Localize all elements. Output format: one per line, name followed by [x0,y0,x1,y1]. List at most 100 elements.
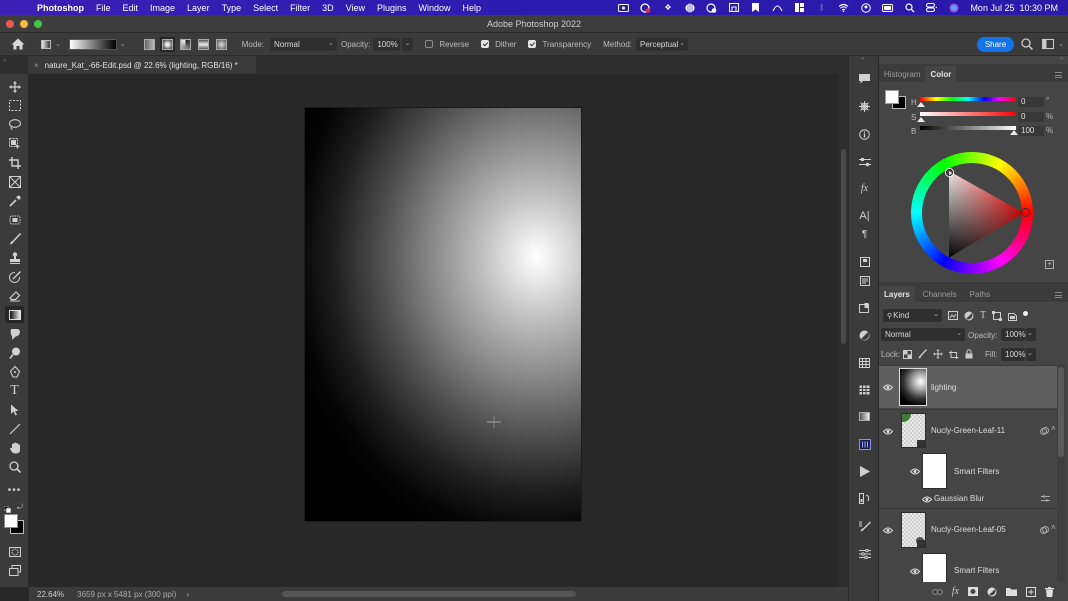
mode-dropdown[interactable]: Normal ⌄ [269,37,337,51]
sync-icon[interactable] [706,2,717,13]
menu-filter[interactable]: Filter [290,3,310,13]
menu-3d[interactable]: 3D [322,3,334,13]
lock-transparent-pixels-icon[interactable] [903,349,912,359]
lock-image-pixels-icon[interactable] [918,349,927,359]
patterns-panel-button[interactable] [855,381,874,398]
tool-preset-picker[interactable]: ⌄ [41,39,61,49]
line-tool[interactable] [5,420,24,437]
close-tab-icon[interactable]: × [34,61,39,70]
home-button[interactable] [11,38,25,50]
collapse-effects-icon[interactable]: ˄ [1051,424,1056,433]
smudge-tool[interactable] [5,325,24,342]
hand-tool[interactable] [5,439,24,456]
menu-edit[interactable]: Edit [123,3,139,13]
wifi-icon[interactable] [838,3,849,12]
visibility-eye-icon[interactable] [883,527,893,534]
crop-tool[interactable] [5,154,24,171]
adjustments-panel-button[interactable] [855,327,874,344]
menu-select[interactable]: Select [253,3,278,13]
saturation-value[interactable]: 0 [1018,112,1044,122]
styles-panel-button[interactable]: fx [855,180,874,197]
properties-panel-button[interactable] [855,153,874,170]
paragraph-panel-button[interactable]: ¶ [855,226,874,243]
hue-ring-marker[interactable] [1021,208,1030,217]
zoom-tool[interactable] [5,458,24,475]
method-dropdown[interactable]: Perceptual ⌄ [636,37,688,51]
tab-layers[interactable]: Layers [879,286,915,302]
fill-slider-toggle[interactable]: ⌄ [1026,348,1036,361]
new-adjustment-layer-icon[interactable] [987,587,997,597]
visibility-eye-icon[interactable] [883,428,893,435]
layers-scrollbar[interactable] [1057,365,1065,582]
path-selection-tool[interactable] [5,401,24,418]
actions-panel-button[interactable] [855,463,874,480]
comments-panel-button[interactable] [855,70,874,87]
menu-help[interactable]: Help [463,3,482,13]
smart-filter-link-icon[interactable] [1040,427,1049,435]
menu-plugins[interactable]: Plugins [377,3,407,13]
info-panel-button[interactable] [855,126,874,143]
saturation-brightness-triangle[interactable] [946,168,1026,260]
layer-row-nucly-green-leaf-11[interactable]: Nucly-Green-Leaf-11 ˄ [879,409,1057,451]
filter-row-gaussian-blur[interactable]: Gaussian Blur [879,490,1057,508]
object-selection-tool[interactable] [5,135,24,152]
bluetooth-icon[interactable]: ᛒ [816,3,827,12]
eraser-tool[interactable] [5,287,24,304]
reflected-gradient-button[interactable] [197,38,209,50]
history-panel-button[interactable] [855,490,874,507]
foreground-color-swatch[interactable] [4,514,18,528]
visibility-eye-icon[interactable] [922,496,932,503]
lasso-tool[interactable] [5,116,24,133]
smart-filters-row[interactable]: Smart Filters [879,452,1057,490]
globe-icon[interactable] [684,3,695,12]
menu-view[interactable]: View [346,3,365,13]
saturation-slider-thumb[interactable] [917,117,925,122]
dropbox-icon[interactable]: ❖ [662,3,673,12]
brightness-slider-thumb[interactable] [1010,130,1018,135]
menu-app-name[interactable]: Photoshop [37,3,84,13]
document-tab[interactable]: × nature_Kat_-66-Edit.psd @ 22.6% (light… [28,56,256,74]
collapse-panels-icon[interactable]: » [1060,56,1063,62]
layers-scroll-thumb[interactable] [1058,367,1064,457]
tab-histogram[interactable]: Histogram [879,66,925,82]
delete-layer-trash-icon[interactable] [1045,586,1054,597]
creative-cloud-icon[interactable] [640,2,651,13]
add-swatch-icon[interactable]: + [1045,260,1054,269]
vertical-scroll-thumb[interactable] [841,149,846,344]
smart-filter-link-icon[interactable] [1040,526,1049,534]
screen-record-icon[interactable] [618,3,630,12]
libraries-panel-button[interactable] [855,253,874,270]
zoom-level[interactable]: 22.64% [37,590,64,599]
reverse-checkbox[interactable] [425,40,434,48]
collapse-dock-icon[interactable]: « [861,56,864,62]
add-mask-icon[interactable] [968,587,978,596]
saturation-slider[interactable] [920,112,1016,116]
gradient-picker[interactable]: ⌄ [68,38,126,50]
visibility-eye-icon[interactable] [910,468,920,475]
filter-type-layers-icon[interactable]: T [980,310,986,321]
navigator-panel-button[interactable] [855,98,874,115]
menubar-clock[interactable]: Mon Jul 25 10:30 PM [970,3,1058,13]
tab-color[interactable]: Color [925,66,957,82]
visibility-eye-icon[interactable] [883,384,893,391]
layer-row-lighting[interactable]: lighting [879,365,1057,408]
new-group-folder-icon[interactable] [1006,587,1017,596]
opacity-input[interactable]: 100% [373,37,401,51]
menu-image[interactable]: Image [150,3,175,13]
add-layer-style-icon[interactable]: fx [952,586,959,597]
screen-share-icon[interactable] [728,3,739,12]
type-tool[interactable]: T [5,382,24,399]
gradients-panel-button[interactable] [855,408,874,425]
dodge-tool[interactable] [5,344,24,361]
dither-checkbox[interactable] [481,40,490,48]
new-layer-icon[interactable] [1026,586,1036,597]
horizontal-scroll-thumb[interactable] [282,591,576,597]
transparency-checkbox[interactable] [528,40,537,48]
blend-mode-dropdown[interactable]: Normal ⌄ [881,328,965,341]
learn-panel-button[interactable] [855,299,874,316]
color-picker-marker[interactable] [946,169,953,176]
lock-artboard-icon[interactable] [949,350,959,359]
marquee-tool[interactable] [5,97,24,114]
layer-name[interactable]: lighting [931,383,956,392]
filter-pixel-layers-icon[interactable] [948,311,958,320]
